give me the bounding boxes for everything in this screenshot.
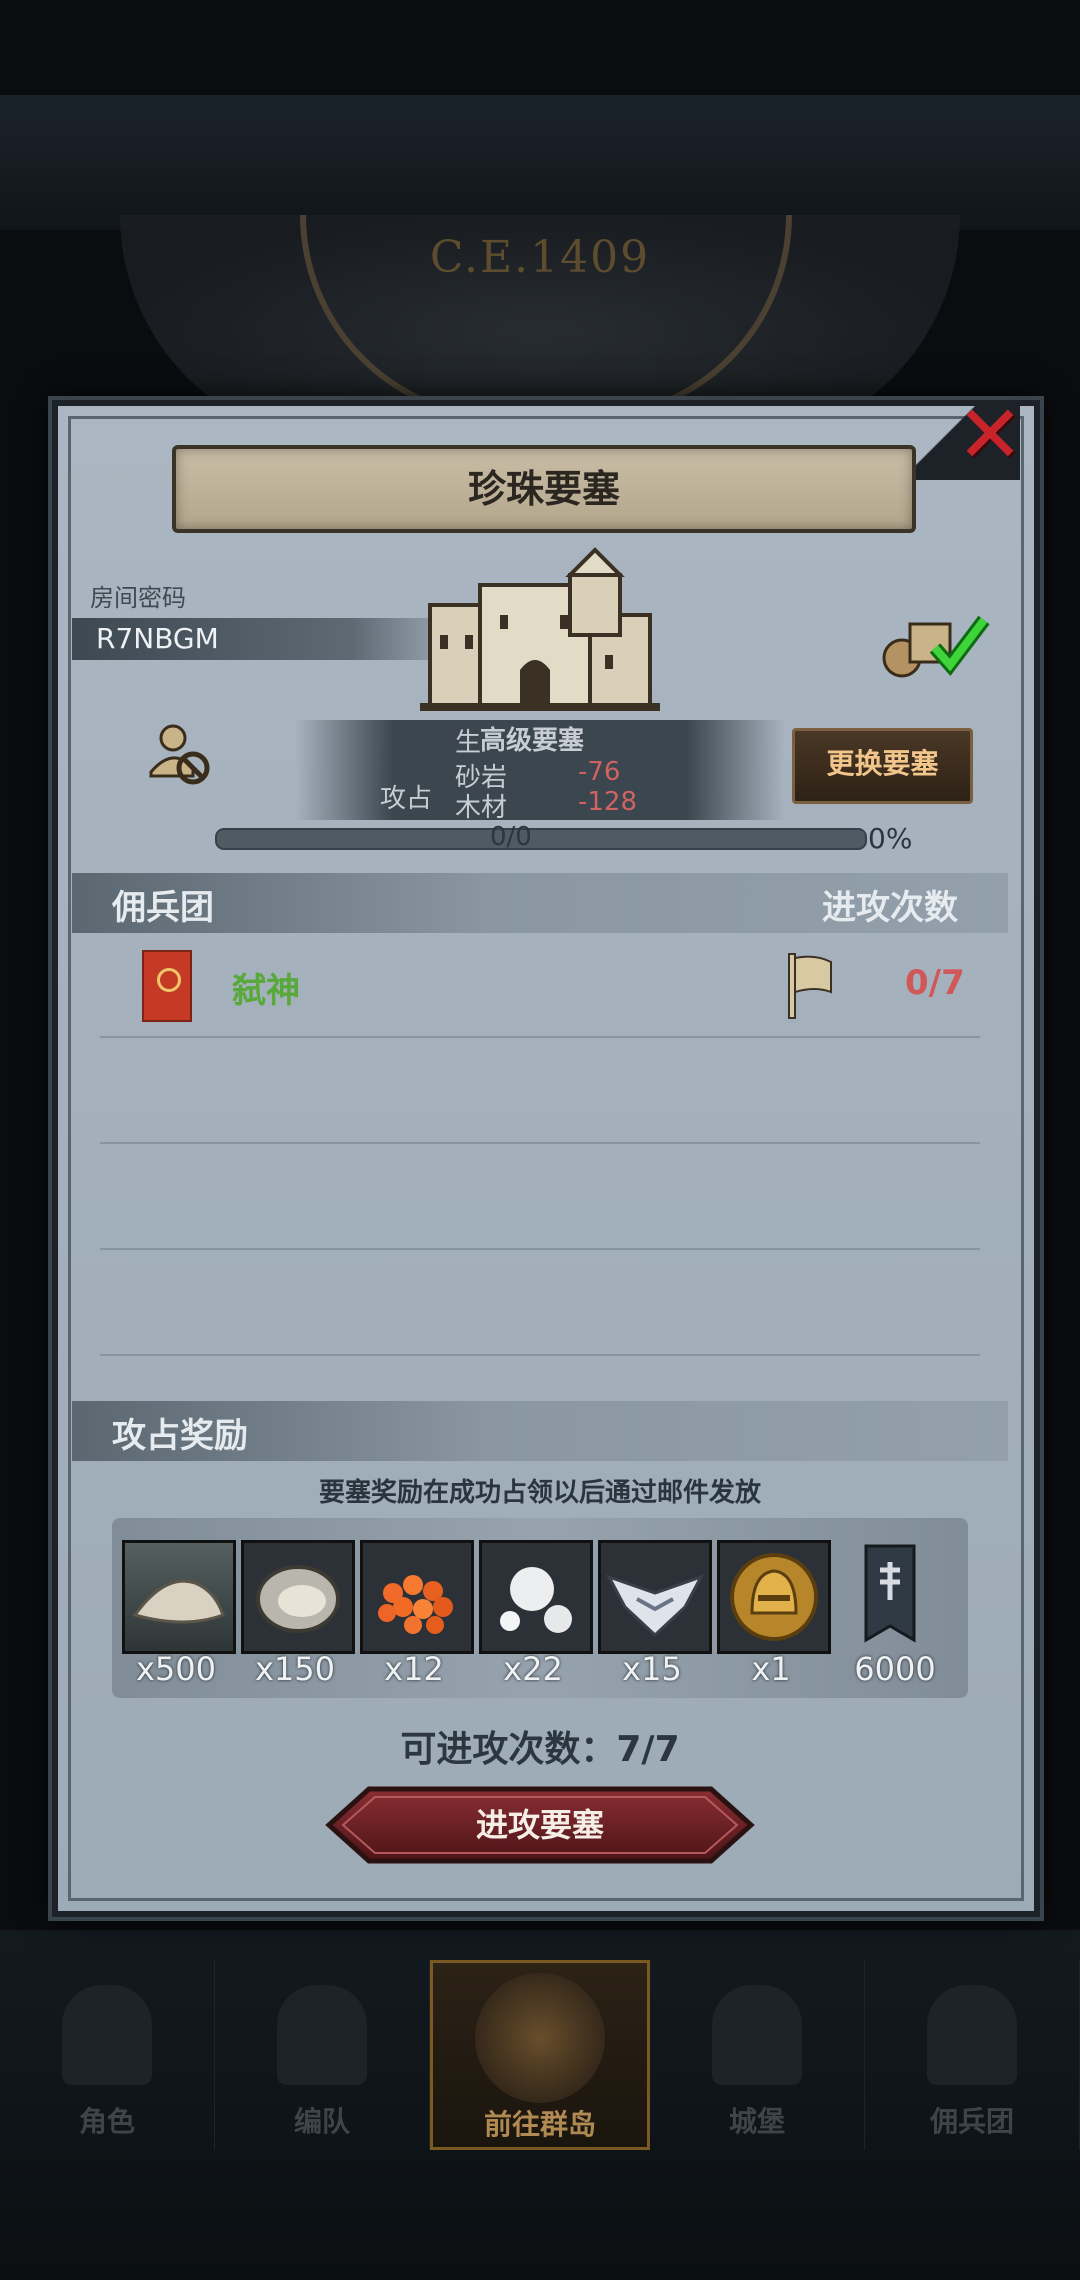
fortress-icon xyxy=(420,547,660,711)
nav-item-islands[interactable]: 前往群岛 xyxy=(430,1960,650,2150)
flag-icon xyxy=(788,953,832,1019)
dialog-title: 珍珠要塞 xyxy=(172,445,916,533)
tower-icon xyxy=(927,1985,1017,2085)
reward-quantity: x500 xyxy=(135,1650,216,1688)
row-divider xyxy=(100,1248,980,1250)
fortress-level: 高级要塞 xyxy=(480,726,585,756)
wood-value: -128 xyxy=(578,787,638,817)
bottom-nav: 角色 编队 前往群岛 城堡 佣兵团 xyxy=(0,1960,1080,2150)
close-button[interactable]: ✕ xyxy=(950,395,1030,475)
row-divider xyxy=(100,1036,980,1038)
gold-helmet-icon[interactable] xyxy=(717,1540,831,1654)
remaining-attempts: 可进攻次数：7/7 xyxy=(400,1729,680,1770)
attack-fortress-button[interactable]: 进攻要塞 xyxy=(325,1785,755,1865)
guild-name[interactable]: 弑神 xyxy=(232,963,300,1012)
knight-icon xyxy=(62,1985,152,2085)
attack-count-header: 进攻次数 xyxy=(822,888,958,928)
nav-item-character[interactable]: 角色 xyxy=(0,1960,215,2150)
nav-item-mercenary[interactable]: 佣兵团 xyxy=(865,1960,1080,2150)
fish-roe-icon[interactable] xyxy=(360,1540,474,1654)
pearl-icon[interactable] xyxy=(479,1540,593,1654)
change-fortress-button[interactable]: 更换要塞 xyxy=(792,728,973,804)
nav-item-castle[interactable]: 城堡 xyxy=(650,1960,865,2150)
wing-emblem-icon[interactable] xyxy=(598,1540,712,1654)
era-label: C.E.1409 xyxy=(429,232,651,283)
reward-header: 攻占奖励 xyxy=(112,1416,248,1456)
reward-quantity: x1 xyxy=(751,1650,791,1688)
no-recruit-icon[interactable] xyxy=(145,720,215,790)
sand-icon[interactable] xyxy=(122,1540,236,1654)
reward-quantity: 6000 xyxy=(854,1650,936,1688)
wood-label: 木材 xyxy=(455,793,508,823)
sandstone-value: -76 xyxy=(578,757,621,787)
room-code-label: 房间密码 xyxy=(90,584,186,612)
capture-progress-bar xyxy=(215,828,867,850)
nav-item-formation[interactable]: 编队 xyxy=(215,1960,430,2150)
armor-icon xyxy=(277,1985,367,2085)
guild-attack-count: 0/7 xyxy=(905,963,965,1003)
reward-quantity: x12 xyxy=(384,1650,444,1688)
guild-banner-reward-icon[interactable] xyxy=(836,1540,944,1648)
globe-icon xyxy=(475,1973,605,2103)
info-prefix: 生 xyxy=(455,728,482,758)
nav-label: 编队 xyxy=(293,2105,350,2138)
progress-count: 0/0 xyxy=(490,822,532,852)
top-backdrop xyxy=(0,95,1080,230)
reward-note: 要塞奖励在成功占领以后通过邮件发放 xyxy=(318,1478,761,1508)
oyster-icon[interactable] xyxy=(241,1540,355,1654)
nav-label: 城堡 xyxy=(728,2105,785,2138)
nav-label: 前往群岛 xyxy=(483,2108,596,2141)
reward-quantity: x150 xyxy=(254,1650,335,1688)
reward-quantity: x15 xyxy=(622,1650,682,1688)
nav-label: 佣兵团 xyxy=(929,2105,1014,2138)
resource-check-icon[interactable] xyxy=(880,610,990,680)
nav-label: 角色 xyxy=(78,2105,135,2138)
castle-icon xyxy=(712,1985,802,2085)
progress-percent: 0% xyxy=(868,822,913,855)
room-code-value[interactable]: R7NBGM xyxy=(96,622,219,655)
guild-banner-icon xyxy=(142,950,192,1022)
row-divider xyxy=(100,1142,980,1144)
reward-quantity: x22 xyxy=(503,1650,563,1688)
mercenary-header: 佣兵团 xyxy=(112,888,214,928)
row-divider xyxy=(100,1354,980,1356)
capture-overlay-text: 攻占 xyxy=(380,784,433,814)
